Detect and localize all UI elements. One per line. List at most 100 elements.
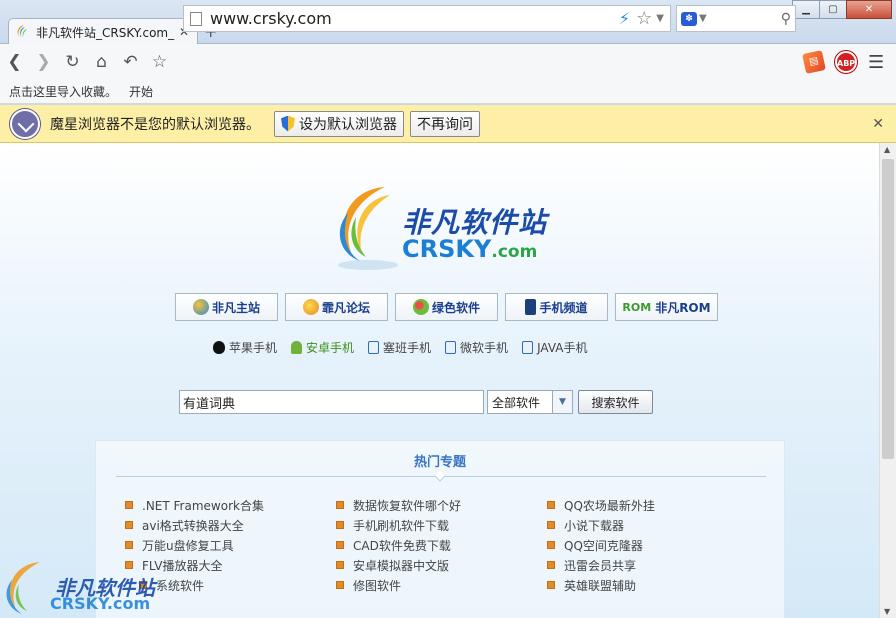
favorite-star-icon[interactable]: ☆ <box>636 8 652 29</box>
scroll-down-icon[interactable]: ▼ <box>884 607 890 616</box>
browser-tab[interactable]: 非凡软件站_CRSKY.com_ ✕ <box>8 18 198 45</box>
scroll-thumb[interactable] <box>882 159 894 459</box>
nav-main-site[interactable]: 非凡主站 <box>175 293 278 321</box>
hot-topics-title: 热门专题 <box>413 455 466 470</box>
undo-close-icon[interactable]: ↶ <box>116 47 145 77</box>
hot-link[interactable]: 小说下载器 <box>547 515 655 535</box>
phone-link-android-label: 安卓手机 <box>306 341 355 355</box>
page-icon <box>190 11 202 26</box>
hot-link[interactable]: .NET Framework合集 <box>125 495 264 515</box>
hot-link[interactable]: CAD软件免费下载 <box>336 535 461 555</box>
set-default-button[interactable]: 设为默认浏览器 <box>274 110 404 137</box>
maximize-button[interactable]: ▢ <box>819 0 847 19</box>
forum-icon <box>302 299 319 315</box>
phone-link-windows-label: 微软手机 <box>460 341 509 355</box>
back-icon[interactable]: ❮ <box>0 47 29 77</box>
phone-link-symbian[interactable]: 塞班手机 <box>368 339 431 356</box>
menu-icon[interactable]: ☰ <box>868 52 884 73</box>
crsky-swirl-icon <box>338 187 398 270</box>
nav-forum[interactable]: 霏凡论坛 <box>285 293 388 321</box>
watermark-english: CRSKY.com <box>50 594 151 613</box>
site-search: 全部软件 ▼ 搜索软件 <box>179 390 653 414</box>
phone-icon <box>445 341 457 354</box>
search-icon[interactable]: ⚲ <box>781 11 791 27</box>
nav-green-software-label: 绿色软件 <box>431 300 480 315</box>
lightning-icon[interactable]: ⚡ <box>619 9 630 28</box>
close-window-button[interactable]: ✕ <box>846 0 892 19</box>
forward-icon[interactable]: ❯ <box>29 47 58 77</box>
phone-link-windows[interactable]: 微软手机 <box>445 339 508 356</box>
category-select[interactable]: 全部软件 ▼ <box>487 390 573 414</box>
hot-link[interactable]: avi格式转换器大全 <box>125 515 264 535</box>
set-default-label: 设为默认浏览器 <box>299 116 397 133</box>
hot-link[interactable]: 手机刷机软件下载 <box>336 515 461 535</box>
phone-link-java[interactable]: JAVA手机 <box>522 339 587 356</box>
vertical-scrollbar[interactable]: ▲ ▼ <box>879 143 896 618</box>
nav-mobile-label: 手机频道 <box>539 300 588 315</box>
logo-english-main: CRSKY <box>402 235 492 263</box>
apple-icon <box>213 341 225 354</box>
infobar-message: 魔星浏览器不是您的默认浏览器。 <box>50 116 260 133</box>
phone-link-apple-label: 苹果手机 <box>229 341 278 355</box>
hot-link[interactable]: QQ农场最新外挂 <box>547 495 655 515</box>
crsky-logo-icon <box>192 299 209 315</box>
site-nav: 非凡主站 霏凡论坛 绿色软件 手机频道 ROM 非凡ROM <box>175 293 718 321</box>
search-software-button[interactable]: 搜索软件 <box>578 390 653 414</box>
bookmarks-bar: 点击这里导入收藏。 开始 <box>0 80 896 104</box>
nav-rom[interactable]: ROM 非凡ROM <box>615 293 718 321</box>
bookmark-import-link[interactable]: 点击这里导入收藏。 <box>9 83 117 100</box>
crsky-favicon-icon <box>17 25 27 38</box>
bookmark-start[interactable]: 开始 <box>129 83 153 100</box>
home-icon[interactable]: ⌂ <box>87 47 116 77</box>
search-engine-box[interactable]: ✽ ▼ ⚲ <box>676 5 796 32</box>
scroll-up-icon[interactable]: ▲ <box>884 145 890 154</box>
browser-toolbar: ❮ ❯ ↻ ⌂ ↶ ☆ <box>0 44 896 80</box>
bookmark-star-icon[interactable]: ☆ <box>145 47 174 77</box>
software-search-input[interactable] <box>179 390 484 414</box>
hot-link[interactable]: 万能u盘修复工具 <box>125 535 264 555</box>
android-icon <box>291 341 303 354</box>
nav-forum-label: 霏凡论坛 <box>321 300 370 315</box>
uac-shield-icon <box>281 115 295 132</box>
phone-link-android[interactable]: 安卓手机 <box>291 339 354 356</box>
engine-dropdown-icon[interactable]: ▼ <box>699 13 707 24</box>
hot-column-2: 数据恢复软件哪个好 手机刷机软件下载 CAD软件免费下载 安卓模拟器中文版 修图… <box>336 495 461 595</box>
phone-link-apple[interactable]: 苹果手机 <box>213 339 277 356</box>
logo-english: CRSKY.com <box>402 235 537 263</box>
maxthon-logo-icon <box>10 108 40 139</box>
baidu-paw-icon[interactable]: ✽ <box>681 11 697 26</box>
reload-icon[interactable]: ↻ <box>58 47 87 77</box>
adblock-plus-icon[interactable]: ABP <box>835 51 857 73</box>
tab-title: 非凡软件站_CRSKY.com_ <box>36 25 175 40</box>
watermark-swirl-icon <box>6 562 40 614</box>
url-text[interactable]: www.crsky.com <box>210 9 619 28</box>
default-browser-infobar: 魔星浏览器不是您的默认浏览器。 设为默认浏览器 不再询问 ✕ <box>0 105 896 143</box>
rom-icon: ROM <box>622 300 652 314</box>
hot-column-3: QQ农场最新外挂 小说下载器 QQ空间克隆器 迅雷会员共享 英雄联盟辅助 <box>547 495 655 595</box>
page-content: 非凡软件站 CRSKY.com 非凡主站 霏凡论坛 绿色软件 手机频道 ROM … <box>0 143 879 618</box>
mobile-phone-icon <box>525 299 537 315</box>
hot-link[interactable]: 数据恢复软件哪个好 <box>336 495 461 515</box>
phone-icon <box>368 341 380 354</box>
chevron-down-icon[interactable]: ▼ <box>656 13 664 24</box>
hot-link[interactable]: 修图软件 <box>336 575 461 595</box>
chevron-down-icon[interactable]: ▼ <box>552 391 572 413</box>
nav-mobile[interactable]: 手机频道 <box>505 293 608 321</box>
phone-links: 苹果手机 安卓手机 塞班手机 微软手机 JAVA手机 <box>213 339 587 356</box>
address-bar[interactable]: www.crsky.com ⚡ ☆ ▼ <box>183 5 671 32</box>
dont-ask-button[interactable]: 不再询问 <box>410 110 480 137</box>
phone-link-symbian-label: 塞班手机 <box>383 341 432 355</box>
nav-rom-label: 非凡ROM <box>655 300 711 315</box>
hot-topics-panel: 热门专题 .NET Framework合集 avi格式转换器大全 万能u盘修复工… <box>95 440 785 618</box>
nav-green-software[interactable]: 绿色软件 <box>395 293 498 321</box>
site-logo[interactable]: 非凡软件站 CRSKY.com <box>330 183 560 278</box>
hot-link[interactable]: 英雄联盟辅助 <box>547 575 655 595</box>
hot-link[interactable]: 迅雷会员共享 <box>547 555 655 575</box>
extension-icon[interactable]: ▤ <box>802 50 826 74</box>
logo-english-suffix: .com <box>491 242 538 262</box>
minimize-button[interactable]: ▁ <box>792 0 820 19</box>
hot-link[interactable]: 安卓模拟器中文版 <box>336 555 461 575</box>
hot-link[interactable]: QQ空间克隆器 <box>547 535 655 555</box>
phone-link-java-label: JAVA手机 <box>537 341 588 355</box>
infobar-close-icon[interactable]: ✕ <box>872 116 884 132</box>
